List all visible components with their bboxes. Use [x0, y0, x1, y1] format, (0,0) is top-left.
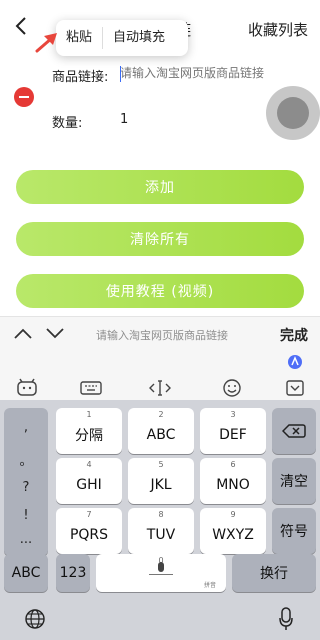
key-9[interactable]: 9 WXYZ — [200, 508, 266, 554]
keyboard-switch-icon[interactable] — [80, 380, 102, 396]
assistive-touch-icon[interactable] — [266, 86, 320, 140]
chevron-down-icon[interactable] — [44, 325, 66, 341]
symbol-key[interactable]: 符号 — [272, 508, 316, 554]
quantity-label: 数量: — [52, 116, 83, 131]
abc-switch-key[interactable]: ABC — [4, 554, 48, 592]
punct-ellipsis-key[interactable]: ... — [4, 532, 48, 547]
clear-key[interactable]: 清空 — [272, 458, 316, 504]
emoji-icon[interactable] — [222, 378, 242, 398]
keyboard-accessory-bar: 请输入淘宝网页版商品链接 完成 — [0, 316, 320, 350]
key-5[interactable]: 5 JKL — [128, 458, 194, 504]
back-arrow-icon[interactable] — [10, 14, 34, 38]
pinyin-tag: 拼音 — [203, 582, 216, 589]
paste-context-menu: 粘贴 自动填充 — [56, 20, 188, 56]
tutorial-video-button[interactable]: 使用教程 (视频) — [16, 274, 304, 308]
keyboard-keys: , 。 ? ! ... 1 分隔 2 ABC 3 DEF 4 GHI 5 JKL… — [0, 400, 320, 640]
pointer-arrow-icon — [35, 33, 57, 53]
space-key[interactable]: 0 拼音 — [96, 554, 226, 592]
key-8[interactable]: 8 TUV — [128, 508, 194, 554]
add-button[interactable]: 添加 — [16, 170, 304, 204]
key-3[interactable]: 3 DEF — [200, 408, 266, 454]
field-hint: 请输入淘宝网页版商品链接 — [96, 329, 228, 342]
backspace-key[interactable] — [272, 408, 316, 454]
hide-keyboard-icon[interactable] — [286, 380, 304, 396]
punct-comma-key[interactable]: , — [4, 420, 48, 435]
cursor-move-icon[interactable] — [148, 378, 172, 398]
done-button[interactable]: 完成 — [280, 325, 308, 345]
key-2[interactable]: 2 ABC — [128, 408, 194, 454]
assistant-logo-icon[interactable] — [287, 354, 303, 370]
autofill-option[interactable]: 自动填充 — [103, 20, 175, 56]
quantity-value[interactable]: 1 — [120, 112, 128, 127]
key-7[interactable]: 7 PQRS — [56, 508, 122, 554]
text-cursor — [120, 66, 121, 82]
punct-period-key[interactable]: 。 — [4, 450, 48, 469]
chevron-up-icon[interactable] — [12, 325, 34, 341]
key-1[interactable]: 1 分隔 — [56, 408, 122, 454]
globe-icon[interactable] — [24, 608, 46, 630]
remove-item-icon[interactable] — [14, 87, 34, 107]
key-4[interactable]: 4 GHI — [56, 458, 122, 504]
emoji-keyboard-icon[interactable] — [16, 378, 38, 398]
number-switch-key[interactable]: 123 — [56, 554, 90, 592]
punct-exclaim-key[interactable]: ! — [4, 508, 48, 523]
backspace-icon — [282, 424, 306, 438]
key-6[interactable]: 6 MNO — [200, 458, 266, 504]
favorites-list-link[interactable]: 收藏列表 — [248, 19, 308, 40]
punctuation-column[interactable]: , 。 ? ! ... — [4, 408, 48, 556]
space-mic-icon — [158, 562, 164, 572]
paste-option[interactable]: 粘贴 — [56, 20, 102, 56]
newline-key[interactable]: 换行 — [232, 554, 316, 592]
product-link-label: 商品链接: — [52, 70, 109, 85]
product-link-input[interactable] — [120, 66, 310, 80]
punct-question-key[interactable]: ? — [4, 480, 48, 495]
keyboard-toolbar — [0, 350, 320, 406]
clear-all-button[interactable]: 清除所有 — [16, 222, 304, 256]
microphone-icon[interactable] — [278, 606, 294, 632]
